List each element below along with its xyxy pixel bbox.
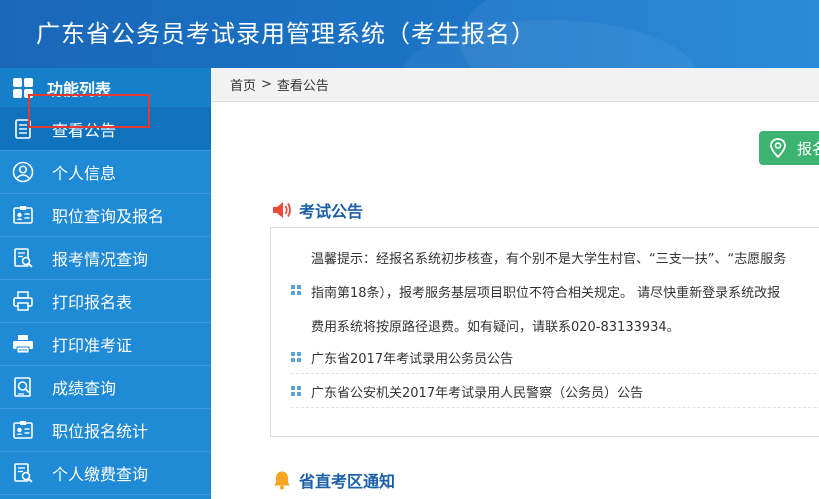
printer-icon xyxy=(13,291,33,311)
id-card-icon xyxy=(13,206,33,224)
grid-bullet-icon xyxy=(291,352,301,362)
sidebar-item-position-search[interactable]: 职位查询及报名 xyxy=(0,194,211,237)
exam-notice-title: 考试公告 xyxy=(271,198,363,222)
sidebar-item-label: 个人信息 xyxy=(52,164,117,183)
highlight-box xyxy=(28,94,150,128)
location-pin-icon xyxy=(770,138,786,158)
printer-filled-icon xyxy=(13,335,33,354)
sidebar-item-personal-info[interactable]: 个人信息 xyxy=(0,151,211,194)
exam-area-notice-title-text: 省直考区通知 xyxy=(299,472,396,491)
sidebar-item-label: 职位报名统计 xyxy=(52,422,149,441)
score-search-icon xyxy=(14,377,31,397)
notice-list-item-text[interactable]: 广东省公安机关2017年考试录用人民警察（公务员）公告 xyxy=(311,382,643,401)
exam-notice-title-text: 考试公告 xyxy=(299,202,364,221)
sidebar-item-application-status[interactable]: 报考情况查询 xyxy=(0,237,211,280)
notice-list-item-text[interactable]: 广东省2017年考试录用公务员公告 xyxy=(311,348,513,367)
sidebar-item-label: 打印报名表 xyxy=(52,293,133,312)
app-title: 广东省公务员考试录用管理系统（考生报名） xyxy=(36,20,536,48)
report-button[interactable]: 报名 xyxy=(759,131,819,165)
notice-tip-line: 指南第18条），报考服务基层项目职位不符合相关规定。 请尽快重新登录系统改报 xyxy=(291,282,781,301)
sidebar-item-label: 成绩查询 xyxy=(52,379,117,398)
sidebar-item-label: 打印准考证 xyxy=(52,336,133,355)
grid-bullet-icon xyxy=(291,386,301,396)
report-button-label: 报名 xyxy=(797,139,819,158)
sidebar-item-label: 个人缴费查询 xyxy=(52,465,149,484)
exam-area-notice-title: 省直考区通知 xyxy=(271,468,395,492)
breadcrumb: 首页 > 查看公告 xyxy=(211,68,819,102)
app-header: 广东省公务员考试录用管理系统（考生报名） xyxy=(0,0,819,68)
sidebar-item-label: 报考情况查询 xyxy=(52,250,149,269)
sidebar-item-position-stats[interactable]: 职位报名统计 xyxy=(0,409,211,452)
id-card-icon xyxy=(13,421,33,439)
notice-tip-line-text: 费用系统将按原路径退费。如有疑问，请联系020-83133934。 xyxy=(311,320,680,335)
search-document-icon xyxy=(14,248,33,268)
sidebar-item-payment-query[interactable]: 个人缴费查询 xyxy=(0,452,211,495)
grid-bullet-icon xyxy=(291,285,301,295)
sidebar: 功能列表 查看公告 个人信息 职位查询及报名 报考情况查询 打印报名表 打印准考… xyxy=(0,68,211,499)
notice-list-item[interactable]: 广东省公安机关2017年考试录用人民警察（公务员）公告 xyxy=(291,374,819,408)
breadcrumb-home[interactable]: 首页 xyxy=(230,75,256,94)
user-circle-icon xyxy=(12,161,34,183)
payment-search-icon xyxy=(14,463,33,483)
notice-tip-line-text: 温馨提示：经报名系统初步核查，有个别不是大学生村官、“三支一扶”、“志愿服务 xyxy=(311,252,787,267)
notice-tip-line-text: 指南第18条），报考服务基层项目职位不符合相关规定。 请尽快重新登录系统改报 xyxy=(311,286,781,301)
bell-icon xyxy=(274,471,290,490)
notice-list-item[interactable]: 广东省2017年考试录用公务员公告 xyxy=(291,340,819,374)
notice-tip-line: 温馨提示：经报名系统初步核查，有个别不是大学生村官、“三支一扶”、“志愿服务 xyxy=(311,248,786,267)
speaker-icon xyxy=(273,202,291,218)
breadcrumb-separator: > xyxy=(261,77,272,92)
breadcrumb-current: 查看公告 xyxy=(276,79,329,94)
sidebar-item-label: 职位查询及报名 xyxy=(52,207,165,226)
sidebar-item-print-admission[interactable]: 打印准考证 xyxy=(0,323,211,366)
sidebar-item-score-query[interactable]: 成绩查询 xyxy=(0,366,211,409)
notice-tip-line: 费用系统将按原路径退费。如有疑问，请联系020-83133934。 xyxy=(311,316,680,335)
sidebar-item-print-form[interactable]: 打印报名表 xyxy=(0,280,211,323)
exam-notice-box: 温馨提示：经报名系统初步核查，有个别不是大学生村官、“三支一扶”、“志愿服务 指… xyxy=(270,227,819,437)
main-content: 首页 > 查看公告 报名 考试公告 温馨提示：经报名系统初步核查，有个别不是大学… xyxy=(211,68,819,499)
